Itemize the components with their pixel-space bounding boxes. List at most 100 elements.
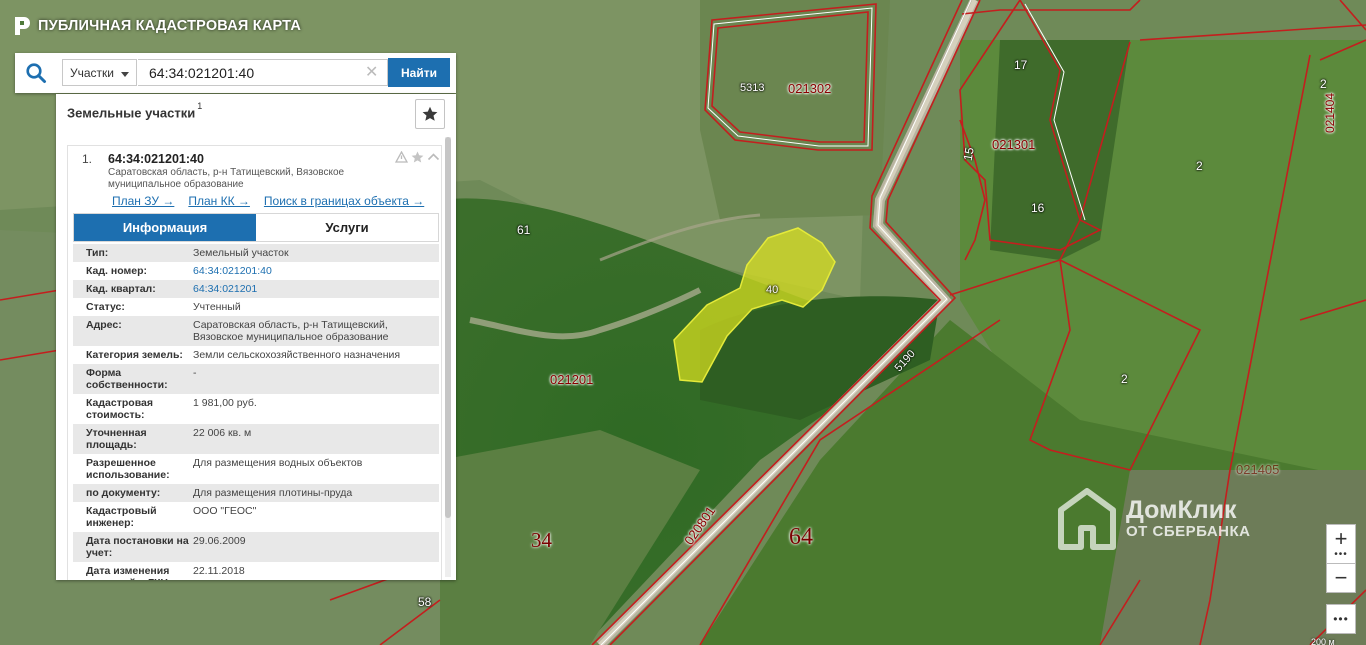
search-type-select[interactable]: Участки bbox=[62, 59, 137, 86]
property-row: Категория земель: Земли сельскохозяйствен… bbox=[73, 346, 439, 364]
map-label-40: 40 bbox=[766, 284, 779, 296]
property-row: Тип: Земельный участок bbox=[73, 244, 439, 262]
chevron-down-icon bbox=[121, 72, 129, 77]
favorites-button[interactable] bbox=[415, 99, 445, 129]
map-label-58: 58 bbox=[418, 595, 432, 609]
property-key: по документу: bbox=[86, 487, 161, 499]
domclick-line1: ДомКлик bbox=[1126, 496, 1237, 524]
property-row: Кадастровая стоимость: 1 981,00 руб. bbox=[73, 394, 439, 424]
property-value: Саратовская область, р-н Татищевский, Вя… bbox=[193, 319, 389, 343]
property-key: Кад. номер: bbox=[86, 265, 148, 277]
properties-table: Тип: Земельный участок Кад. номер: 64:34:0… bbox=[73, 244, 439, 580]
property-key: Дата постановки на учет: bbox=[86, 535, 189, 559]
scrollbar-thumb[interactable] bbox=[445, 137, 451, 518]
result-tabs: Информация Услуги bbox=[73, 213, 439, 242]
map-label-17: 17 bbox=[1014, 58, 1028, 72]
domclick-logo-icon bbox=[1058, 488, 1116, 550]
property-row: Кадастровый инженер: ООО "ГЕОС" bbox=[73, 502, 439, 532]
warning-icon[interactable] bbox=[395, 151, 408, 163]
property-key: Форма собственности: bbox=[86, 367, 168, 391]
property-key: Тип: bbox=[86, 247, 109, 259]
map-label-5313: 5313 bbox=[740, 82, 765, 94]
zoom-out-button[interactable]: − bbox=[1326, 563, 1356, 593]
plan-kk-link[interactable]: План КК → bbox=[188, 194, 250, 208]
map-label-61: 61 bbox=[517, 223, 531, 237]
result-actions bbox=[395, 151, 440, 163]
panel-title-text: Земельные участки bbox=[67, 105, 196, 121]
map-label-quarter: 021302 bbox=[788, 81, 832, 96]
map-label-quarter: 021201 bbox=[550, 372, 594, 387]
property-value-link[interactable]: 64:34:021201 bbox=[193, 283, 439, 295]
map-label-2: 2 bbox=[1121, 372, 1128, 386]
property-key: Кадастровая стоимость: bbox=[86, 397, 153, 421]
property-key: Категория земель: bbox=[86, 349, 183, 361]
panel-title: Земельные участки 1 bbox=[67, 101, 203, 121]
domclick-text: ДомКлик ОТ СБЕРБАНКА bbox=[1126, 497, 1250, 541]
property-key: Кадастровый инженер: bbox=[86, 505, 157, 529]
property-value: Земли сельскохозяйственного назначения bbox=[193, 349, 401, 361]
panel-scrollbar[interactable] bbox=[445, 137, 451, 577]
property-row: Дата постановки на учет: 29.06.2009 bbox=[73, 532, 439, 562]
tab-services[interactable]: Услуги bbox=[256, 214, 438, 241]
property-key: Статус: bbox=[86, 301, 125, 313]
property-key: Уточненная площадь: bbox=[86, 427, 147, 451]
results-panel: Земельные участки 1 1. 64:34:021201:40 Са… bbox=[56, 94, 456, 580]
pkk-logo-icon bbox=[15, 17, 30, 35]
map-label-region-64: 64 bbox=[789, 524, 813, 550]
clear-icon[interactable]: ✕ bbox=[365, 62, 378, 82]
result-address: Саратовская область, р-н Татищевский, Вя… bbox=[108, 167, 345, 190]
result-card: 1. 64:34:021201:40 Саратовская область, … bbox=[67, 145, 442, 580]
property-value-link[interactable]: 64:34:021201:40 bbox=[193, 265, 439, 277]
search-type-label: Участки bbox=[70, 66, 114, 80]
property-row: Статус: Учтенный bbox=[73, 298, 439, 316]
search-in-bounds-link[interactable]: Поиск в границах объекта → bbox=[264, 194, 424, 208]
result-number: 1. bbox=[82, 152, 93, 166]
result-count: 1 bbox=[197, 101, 203, 111]
property-value: 1 981,00 руб. bbox=[193, 397, 257, 409]
property-value: Для размещения плотины-пруда bbox=[193, 487, 353, 499]
star-icon bbox=[422, 106, 438, 121]
star-icon[interactable] bbox=[411, 151, 424, 163]
property-key: Адрес: bbox=[86, 319, 122, 331]
map-scale: 200 м bbox=[1311, 637, 1335, 645]
property-value: 22 006 кв. м bbox=[193, 427, 252, 439]
search-icon[interactable] bbox=[25, 62, 47, 84]
property-row: Форма собственности: - bbox=[73, 364, 439, 394]
property-value: 22.11.2018 bbox=[193, 565, 245, 577]
domclick-line2: ОТ СБЕРБАНКА bbox=[1126, 523, 1251, 540]
property-key: Дата изменения сведений в ГКН: bbox=[86, 565, 171, 580]
map-label-15: 15 bbox=[960, 146, 977, 162]
map-label-quarter: 021301 bbox=[992, 137, 1036, 152]
search-bar: Участки ✕ Найти bbox=[15, 53, 456, 93]
map-label-region-34: 34 bbox=[531, 528, 552, 552]
panel-header: Земельные участки 1 bbox=[56, 94, 456, 136]
map-label-2: 2 bbox=[1320, 77, 1327, 91]
property-value: Для размещения водных объектов bbox=[193, 457, 363, 469]
tab-info[interactable]: Информация bbox=[74, 214, 256, 241]
map-label-16: 16 bbox=[1031, 201, 1045, 215]
property-row: Кад. номер: 64:34:021201:40 bbox=[73, 262, 439, 280]
map-label-quarter: 021404 bbox=[1323, 92, 1338, 134]
property-row: Уточненная площадь: 22 006 кв. м bbox=[73, 424, 439, 454]
app-title[interactable]: ПУБЛИЧНАЯ КАДАСТРОВАЯ КАРТА bbox=[14, 16, 301, 36]
property-key: Кад. квартал: bbox=[86, 283, 156, 295]
property-row: по документу: Для размещения плотины-пруд… bbox=[73, 484, 439, 502]
property-value: ООО "ГЕОС" bbox=[193, 505, 257, 517]
property-value: Земельный участок bbox=[193, 247, 289, 259]
property-row: Дата изменения сведений в ГКН: 22.11.2018 bbox=[73, 562, 439, 580]
property-value: - bbox=[193, 367, 197, 379]
map-label-2: 2 bbox=[1196, 159, 1203, 173]
search-input[interactable] bbox=[138, 59, 388, 86]
app-title-text: ПУБЛИЧНАЯ КАДАСТРОВАЯ КАРТА bbox=[38, 18, 301, 34]
property-row: Разрешенное использование: Для размещения… bbox=[73, 454, 439, 484]
plan-zu-link[interactable]: План ЗУ → bbox=[112, 194, 174, 208]
more-tools-button[interactable]: ••• bbox=[1326, 604, 1356, 634]
result-cad-number[interactable]: 64:34:021201:40 bbox=[108, 152, 204, 166]
domclick-watermark: ДомКлик ОТ СБЕРБАНКА bbox=[1058, 488, 1250, 550]
chevron-up-icon[interactable] bbox=[427, 151, 440, 163]
search-button[interactable]: Найти bbox=[388, 58, 450, 87]
property-row: Кад. квартал: 64:34:021201 bbox=[73, 280, 439, 298]
result-links: План ЗУ → План КК → Поиск в границах объ… bbox=[112, 194, 424, 208]
property-key: Разрешенное использование: bbox=[86, 457, 170, 481]
property-row: Адрес: Саратовская область, р-н Татищевск… bbox=[73, 316, 439, 346]
